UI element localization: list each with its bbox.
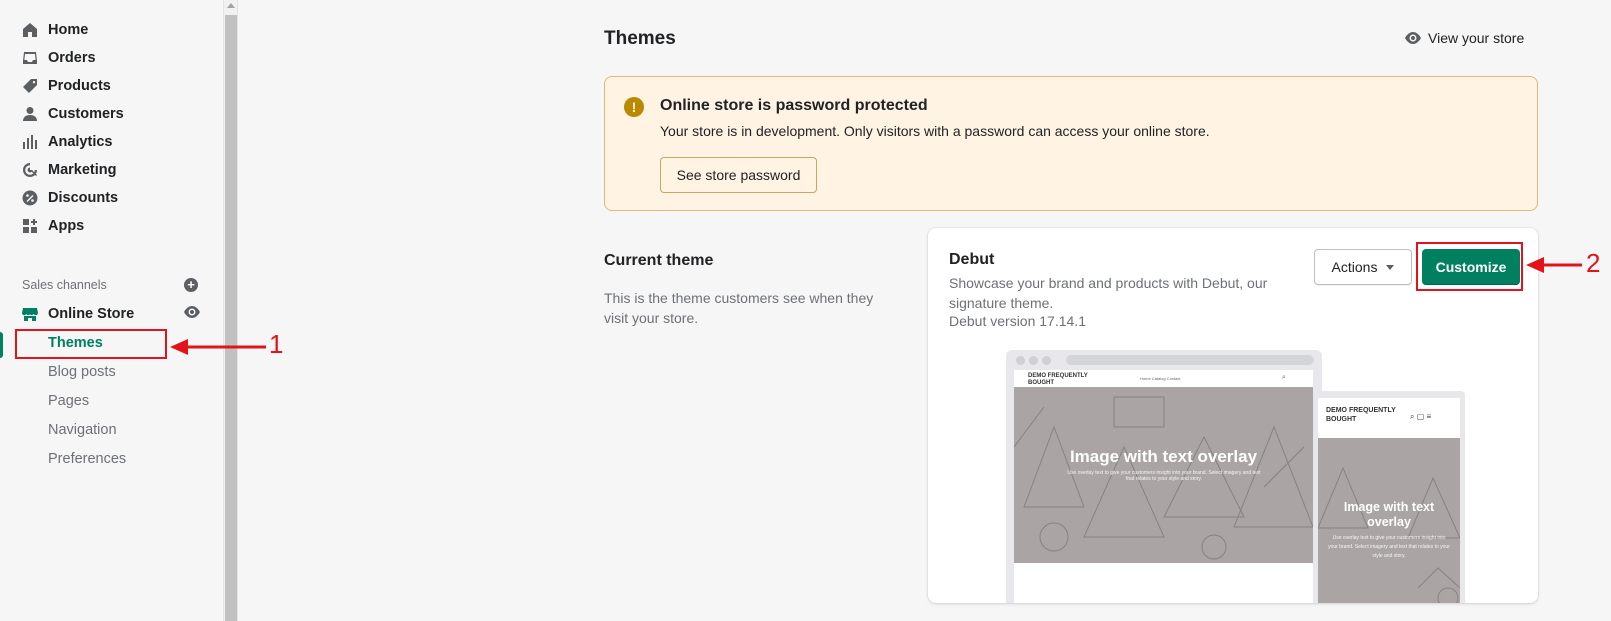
sidebar-item-label: Home <box>48 22 89 38</box>
theme-version: Debut version 17.14.1 <box>949 313 1086 329</box>
sidebar-item-label: Marketing <box>48 162 117 178</box>
highlight-themes <box>15 329 167 359</box>
sidebar-item-label: Orders <box>48 50 96 66</box>
actions-label: Actions <box>1331 259 1378 275</box>
active-indicator <box>0 332 3 358</box>
tag-icon <box>22 78 38 94</box>
scrollbar-thumb[interactable] <box>225 15 237 621</box>
preview-mobile-hero: Image with text overlay Use overlay text… <box>1318 438 1460 603</box>
divider <box>237 0 238 621</box>
bar-chart-icon <box>22 134 38 150</box>
add-channel-icon[interactable]: + <box>184 278 198 292</box>
mobile-preview: DEMO FREQUENTLY BOUGHT ⌕ ▢ ≡ Image with … <box>1313 391 1465 603</box>
sidebar-item-marketing[interactable]: Marketing <box>22 159 117 181</box>
banner-description: Your store is in development. Only visit… <box>660 123 1210 139</box>
current-theme-description: This is the theme customers see when the… <box>604 290 874 326</box>
eye-icon[interactable] <box>183 306 201 318</box>
alert-icon: ! <box>624 97 644 117</box>
sidebar-item-apps[interactable]: Apps <box>22 215 84 237</box>
view-store-label: View your store <box>1428 30 1525 46</box>
sidebar-item-label: Analytics <box>48 134 113 150</box>
arrow-icon <box>170 339 266 355</box>
preview-mobile-store-name: DEMO FREQUENTLY BOUGHT <box>1326 407 1396 423</box>
sidebar-subitem-navigation[interactable]: Navigation <box>48 422 117 438</box>
sidebar-item-label: Apps <box>48 218 85 234</box>
arrow-icon <box>1526 257 1582 273</box>
banner-title: Online store is password protected <box>660 97 928 114</box>
inbox-icon <box>22 50 38 66</box>
preview-hero-subtitle: Use overlay text to give your customers … <box>1067 470 1261 482</box>
sidebar-item-online-store[interactable]: Online Store <box>22 303 134 325</box>
sidebar-subitem-preferences[interactable]: Preferences <box>48 451 126 467</box>
desktop-preview: DEMO FREQUENTLY BOUGHT Home Catalog Cont… <box>1006 350 1322 603</box>
view-store-link[interactable]: View your store <box>1404 30 1524 46</box>
sidebar-scrollbar[interactable] <box>223 0 237 621</box>
sidebar-item-label: Online Store <box>48 306 135 322</box>
target-icon <box>22 162 38 178</box>
sidebar: Home Orders Products Customers Analytics… <box>0 0 223 621</box>
window-dots <box>1016 356 1051 365</box>
sidebar-item-home[interactable]: Home <box>22 19 88 41</box>
preview-mobile-hero-title: Image with text overlay <box>1343 500 1435 529</box>
scroll-up-icon[interactable] <box>227 3 235 8</box>
preview-nav-links: Home Catalog Contact <box>1140 376 1181 381</box>
eye-icon <box>1405 32 1421 44</box>
sales-channels-label: Sales channels <box>22 278 107 292</box>
step-2-number: 2 <box>1586 248 1601 278</box>
sidebar-item-orders[interactable]: Orders <box>22 47 96 69</box>
sidebar-item-label: Customers <box>48 106 124 122</box>
actions-dropdown-button[interactable]: Actions <box>1314 249 1412 285</box>
home-icon <box>22 22 38 38</box>
see-store-password-button[interactable]: See store password <box>660 157 817 193</box>
step-1-number: 1 <box>269 329 284 359</box>
person-icon <box>22 106 38 122</box>
apps-icon <box>22 218 38 234</box>
theme-description: Showcase your brand and products with De… <box>949 275 1268 311</box>
theme-name: Debut <box>949 251 995 268</box>
sidebar-item-analytics[interactable]: Analytics <box>22 131 112 153</box>
preview-mobile-hero-subtitle: Use overlay text to give your customers … <box>1328 535 1450 559</box>
current-theme-heading: Current theme <box>604 252 714 269</box>
preview-store-name: DEMO FREQUENTLY BOUGHT <box>1028 373 1088 386</box>
sidebar-subitem-blog-posts[interactable]: Blog posts <box>48 364 116 380</box>
preview-search-icon: ⌕ <box>1282 374 1286 381</box>
preview-hero-image: Image with text overlay Use overlay text… <box>1014 387 1313 563</box>
sidebar-item-products[interactable]: Products <box>22 75 111 97</box>
sidebar-item-label: Products <box>48 78 111 94</box>
caret-down-icon <box>1386 264 1395 270</box>
password-banner: ! Online store is password protected You… <box>604 76 1538 211</box>
sidebar-subitem-pages[interactable]: Pages <box>48 393 89 409</box>
preview-hero-title: Image with text overlay <box>1069 447 1258 466</box>
highlight-customize <box>1416 242 1523 291</box>
sidebar-item-customers[interactable]: Customers <box>22 103 124 125</box>
sidebar-item-discounts[interactable]: Discounts <box>22 187 118 209</box>
sidebar-item-label: Discounts <box>48 190 119 206</box>
preview-mobile-nav-icons: ⌕ ▢ ≡ <box>1410 412 1432 421</box>
store-icon <box>22 306 38 322</box>
url-bar <box>1066 355 1314 365</box>
page-title: Themes <box>604 28 676 49</box>
discount-icon <box>22 190 38 206</box>
